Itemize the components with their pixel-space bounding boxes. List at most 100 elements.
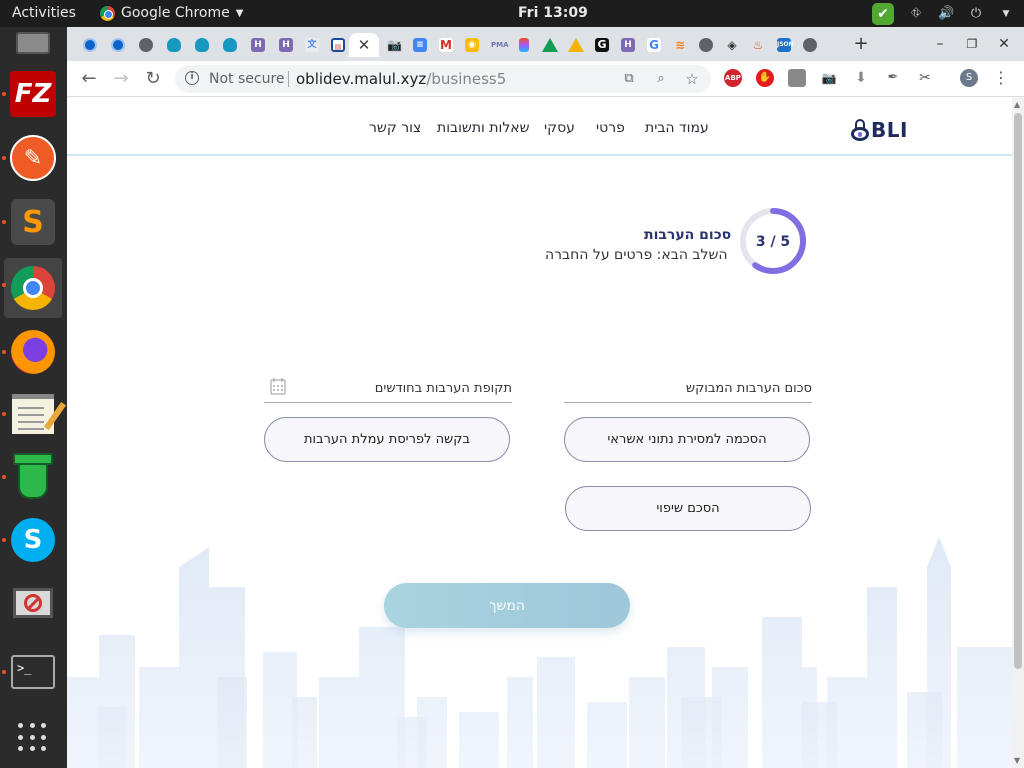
info-icon[interactable]: i xyxy=(185,71,199,85)
volume-icon[interactable]: 🔊 xyxy=(938,6,954,22)
id-card-icon: ▤ xyxy=(331,38,345,52)
tab-18[interactable] xyxy=(537,33,563,57)
tab-25[interactable]: ◈ xyxy=(719,33,745,57)
zoom-icon[interactable]: ⌕ xyxy=(653,71,669,87)
adblock-icon[interactable]: ABP xyxy=(724,69,742,87)
browser-toolbar: ← → ↻ i Not secure oblidev.malul.xyz/bus… xyxy=(67,61,1024,97)
tab-7[interactable]: H xyxy=(245,33,271,57)
nav-private[interactable]: פרטי xyxy=(596,120,625,136)
dock-item-filezilla[interactable]: FZ xyxy=(2,67,60,121)
lock-logo-icon xyxy=(851,119,869,141)
dock: FZ ✎ S S >_ xyxy=(0,27,67,768)
scroll-up-icon[interactable]: ▲ xyxy=(1014,100,1020,109)
camera-icon[interactable]: 📷 xyxy=(820,69,838,87)
tab-active[interactable]: ✕ xyxy=(349,33,379,57)
obli-logo[interactable]: BLI xyxy=(851,113,908,141)
translate-icon[interactable]: ⧉ xyxy=(621,71,637,87)
tab-16[interactable]: PMA xyxy=(485,33,511,57)
nav-contact[interactable]: צור קשר xyxy=(369,120,421,136)
close-window-button[interactable]: ✕ xyxy=(993,33,1015,55)
page-scrollbar[interactable]: ▲ ▼ xyxy=(1012,97,1024,768)
tab-22[interactable]: G xyxy=(641,33,667,57)
back-button[interactable]: ← xyxy=(77,67,101,91)
hebrew-h-icon: H xyxy=(279,38,293,52)
maximize-button[interactable]: ❐ xyxy=(961,33,983,55)
drive-icon xyxy=(542,38,558,52)
figma-icon xyxy=(519,38,529,52)
tab-26[interactable]: ♨ xyxy=(745,33,771,57)
reload-button[interactable]: ↻ xyxy=(141,67,165,91)
dock-item-text-editor[interactable] xyxy=(2,387,67,441)
tab-15[interactable]: ◉ xyxy=(459,33,485,57)
download-icon[interactable]: ⬇ xyxy=(852,69,870,87)
profile-avatar[interactable]: S xyxy=(960,69,978,87)
tab-9[interactable]: 文 xyxy=(299,33,325,57)
tab-5[interactable] xyxy=(189,33,215,57)
show-applications-button[interactable] xyxy=(6,711,60,765)
url-text[interactable]: oblidev.malul.xyz/business5 xyxy=(296,70,506,88)
dock-item-skype[interactable]: S xyxy=(2,513,60,567)
dock-item-blocked-app[interactable] xyxy=(6,579,60,627)
tab-21[interactable]: H xyxy=(615,33,641,57)
system-top-bar: Activities Google Chrome ▼ Fri 13:09 ✔ ⛗… xyxy=(0,0,1024,27)
credit-consent-button[interactable]: הסכמה למסירת נתוני אשראי xyxy=(564,417,810,462)
tab-6[interactable] xyxy=(217,33,243,57)
bookmark-star-icon[interactable]: ☆ xyxy=(684,71,700,87)
tab-3[interactable] xyxy=(133,33,159,57)
cube-icon[interactable] xyxy=(788,69,806,87)
tab-17[interactable] xyxy=(511,33,537,57)
tab-8[interactable]: H xyxy=(273,33,299,57)
clock[interactable]: Fri 13:09 xyxy=(518,5,588,21)
tab-28[interactable] xyxy=(797,33,823,57)
tab-2[interactable] xyxy=(105,33,131,57)
activities-button[interactable]: Activities xyxy=(12,5,76,21)
scrollbar-thumb[interactable] xyxy=(1014,113,1022,669)
period-months-field[interactable]: תקופת הערבות בחודשים xyxy=(264,375,512,403)
minimize-button[interactable]: – xyxy=(929,33,951,55)
chevron-down-icon[interactable]: ▼ xyxy=(998,6,1014,22)
tab-12[interactable]: 📷 xyxy=(381,33,407,57)
fee-spread-request-button[interactable]: בקשה לפריסת עמלת הערבות xyxy=(264,417,510,462)
app-menu[interactable]: Google Chrome ▼ xyxy=(100,5,243,21)
nav-home[interactable]: עמוד הבית xyxy=(645,120,709,136)
dock-item-disk[interactable] xyxy=(6,29,60,57)
power-icon[interactable]: ⏻ xyxy=(968,6,984,22)
tab-1[interactable] xyxy=(77,33,103,57)
menu-kebab-icon[interactable]: ⋮ xyxy=(992,69,1010,87)
dock-item-terminal[interactable]: >_ xyxy=(2,645,60,699)
tab-4[interactable] xyxy=(161,33,187,57)
network-icon[interactable]: ⛗ xyxy=(908,6,924,22)
tab-27[interactable]: JSON xyxy=(771,33,797,57)
tab-13[interactable]: ≡ xyxy=(407,33,433,57)
nav-faq[interactable]: שאלות ותשובות xyxy=(437,120,530,136)
dock-item-firefox[interactable] xyxy=(2,325,60,379)
address-bar[interactable]: i Not secure oblidev.malul.xyz/business5… xyxy=(175,65,711,93)
tab-14[interactable]: M xyxy=(433,33,459,57)
globe-icon xyxy=(699,38,713,52)
system-tray[interactable]: ✔ ⛗ 🔊 ⏻ ▼ xyxy=(872,3,1014,25)
nav-business[interactable]: עסקי xyxy=(544,120,575,136)
close-tab-icon[interactable]: ✕ xyxy=(358,36,371,54)
tab-10[interactable]: ▤ xyxy=(325,33,351,57)
dock-item-pipe-app[interactable] xyxy=(2,450,60,504)
phpmyadmin-icon: PMA xyxy=(491,41,509,49)
tab-20[interactable]: G xyxy=(589,33,615,57)
calendar-icon[interactable] xyxy=(270,377,286,395)
scroll-down-icon[interactable]: ▼ xyxy=(1014,756,1020,765)
tools-icon[interactable]: ✂ xyxy=(916,69,934,87)
forward-button[interactable]: → xyxy=(109,67,133,91)
dock-item-sublime[interactable]: S xyxy=(2,195,60,249)
tab-24[interactable] xyxy=(693,33,719,57)
indemnity-agreement-button[interactable]: הסכם שיפוי xyxy=(565,486,811,531)
ublock-icon[interactable]: ✋ xyxy=(756,69,774,87)
chrome-window: H H 文 ▤ ✕ 📷 ≡ M ◉ PMA G H G ≋ ◈ ♨ JSON +… xyxy=(67,27,1024,768)
continue-button[interactable]: המשך xyxy=(384,583,630,628)
tab-19[interactable] xyxy=(563,33,589,57)
new-tab-button[interactable]: + xyxy=(850,33,872,55)
tab-23[interactable]: ≋ xyxy=(667,33,693,57)
update-check-icon[interactable]: ✔ xyxy=(872,3,894,25)
dock-item-chrome[interactable] xyxy=(2,258,62,318)
requested-amount-field[interactable]: סכום הערבות המבוקש xyxy=(564,375,812,403)
eyedropper-icon[interactable]: ✒ xyxy=(884,69,902,87)
dock-item-postman[interactable]: ✎ xyxy=(2,131,60,185)
